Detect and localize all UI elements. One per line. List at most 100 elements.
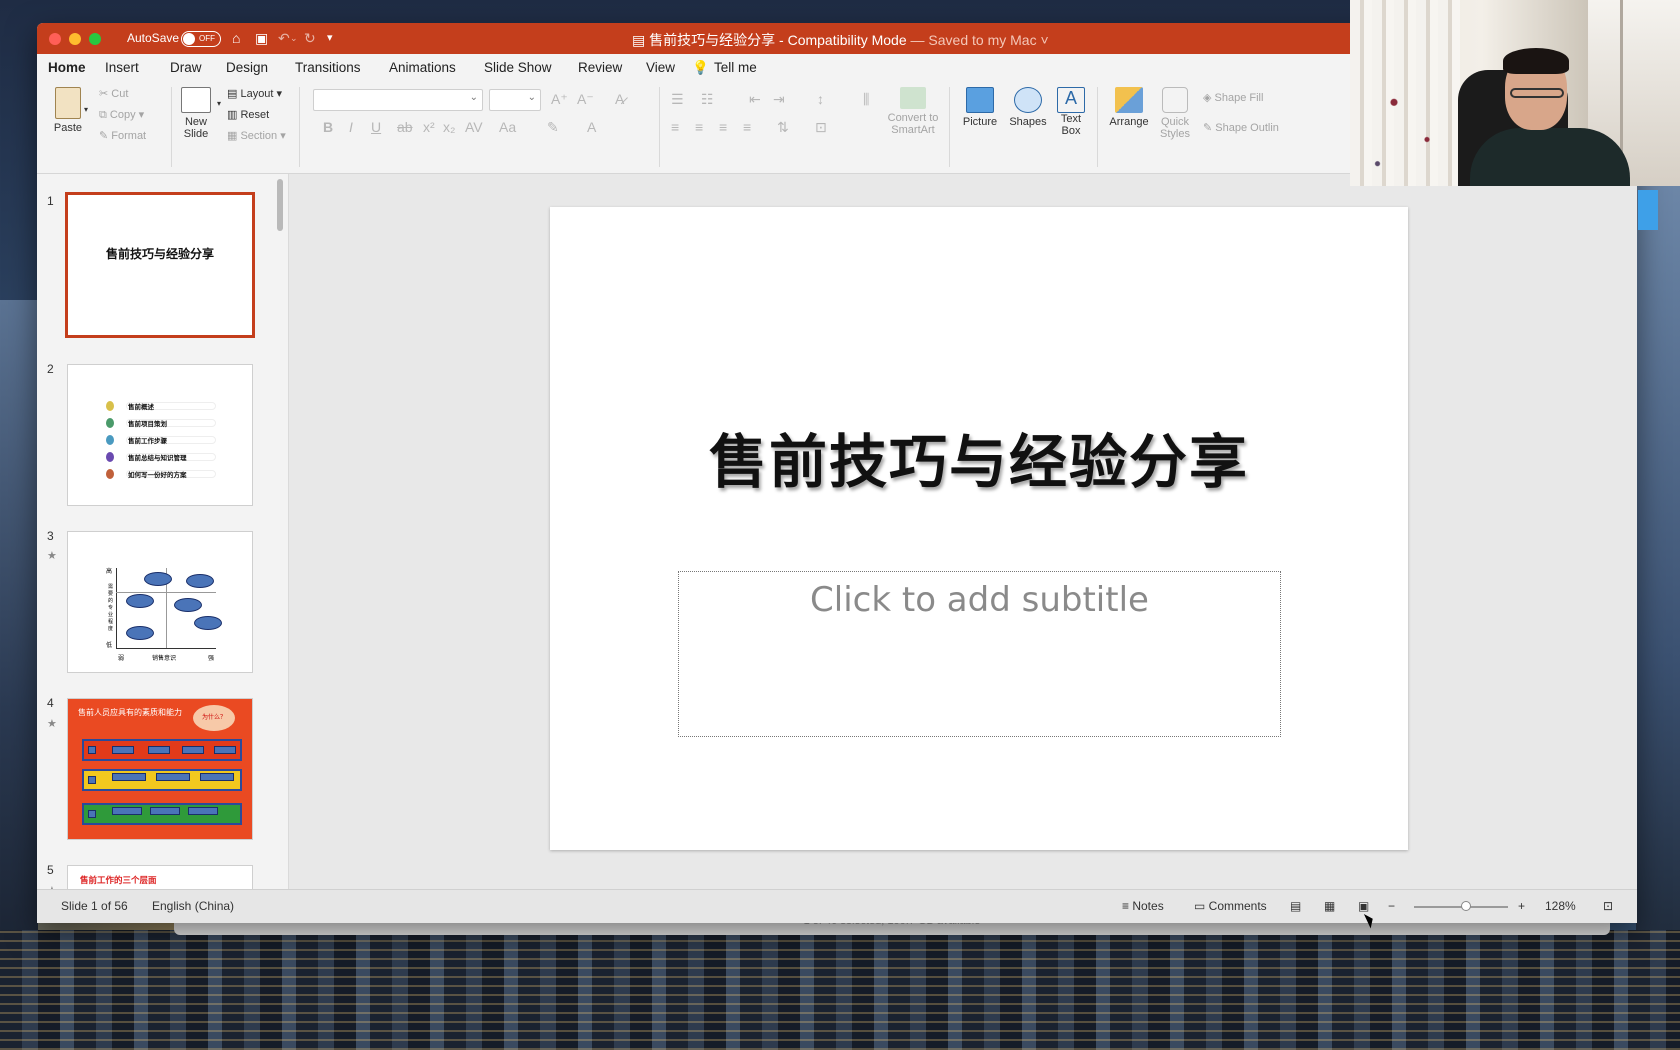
decrease-indent-icon[interactable]: ⇤: [749, 91, 761, 108]
tab-draw[interactable]: Draw: [170, 60, 202, 75]
new-slide-button[interactable]: New Slide: [177, 87, 215, 140]
tab-insert[interactable]: Insert: [105, 60, 139, 75]
paste-dropdown-icon[interactable]: ▾: [84, 105, 88, 114]
redo-icon[interactable]: ↻: [304, 29, 316, 47]
new-slide-dropdown-icon[interactable]: ▾: [217, 99, 221, 108]
zoom-in-icon[interactable]: +: [1518, 899, 1525, 913]
align-right-icon[interactable]: ≡: [719, 119, 727, 135]
agenda-item: 售前项目策划: [106, 418, 218, 428]
shape-fill-label: Shape Fill: [1214, 92, 1264, 104]
paste-label: Paste: [53, 122, 83, 134]
language-indicator[interactable]: English (China): [152, 899, 234, 913]
save-icon[interactable]: ▣: [255, 29, 268, 47]
align-left-icon[interactable]: ≡: [671, 119, 679, 135]
reset-button[interactable]: ▥ Reset: [227, 108, 269, 121]
undo-icon[interactable]: ↶: [278, 29, 290, 47]
mini-box: [88, 776, 96, 784]
slide-thumbnail-4[interactable]: 售前人员应具有的素质和能力 为什么？: [67, 698, 253, 840]
numbering-icon[interactable]: ☷: [701, 91, 714, 108]
increase-indent-icon[interactable]: ⇥: [773, 91, 785, 108]
tab-home[interactable]: Home: [48, 60, 86, 82]
character-spacing-icon[interactable]: AV: [465, 119, 483, 135]
customize-toolbar-icon[interactable]: ▾: [327, 29, 333, 47]
arrange-button[interactable]: Arrange: [1105, 87, 1153, 128]
mini-box: [112, 746, 134, 754]
cut-button[interactable]: ✂ Cut: [99, 87, 128, 100]
bullets-icon[interactable]: ☰: [671, 91, 684, 108]
change-case-icon[interactable]: Aa: [499, 119, 516, 135]
tab-view[interactable]: View: [646, 60, 675, 75]
autosave-toggle[interactable]: OFF: [181, 31, 221, 47]
thumbnail-title: 售前工作的三个层面: [80, 876, 157, 886]
close-window-button[interactable]: [49, 33, 61, 45]
quick-styles-label-2: Styles: [1160, 128, 1190, 140]
layout-button[interactable]: ▤ Layout ▾: [227, 87, 282, 100]
fit-to-window-icon[interactable]: ⊡: [1603, 899, 1613, 913]
quick-styles-button[interactable]: Quick Styles: [1155, 87, 1195, 140]
zoom-slider-handle[interactable]: [1460, 901, 1471, 911]
minimize-window-button[interactable]: [69, 33, 81, 45]
current-slide-canvas[interactable]: 售前技巧与经验分享 Click to add subtitle: [550, 207, 1408, 850]
columns-icon[interactable]: ⫼: [863, 91, 869, 108]
justify-icon[interactable]: ≡: [743, 119, 751, 135]
slide-thumbnails-pane[interactable]: 1 售前技巧与经验分享 2 售前概述 售前项目策划 售前工作步骤 售前总结与知识…: [37, 174, 289, 889]
undo-dropdown-icon[interactable]: ⌄: [290, 29, 298, 47]
bold-icon[interactable]: B: [323, 119, 333, 135]
slide-thumbnail-2[interactable]: 售前概述 售前项目策划 售前工作步骤 售前总结与知识管理 如何写一份好的方案: [67, 364, 253, 506]
zoom-percent[interactable]: 128%: [1545, 899, 1576, 913]
copy-button[interactable]: ⧉ Copy ▾: [99, 108, 144, 122]
slide-editor-area[interactable]: 售前技巧与经验分享 Click to add subtitle: [289, 174, 1637, 889]
slide-thumbnail-1[interactable]: 售前技巧与经验分享: [65, 192, 255, 338]
zoom-out-icon[interactable]: −: [1388, 899, 1395, 913]
tell-me-field[interactable]: Tell me: [714, 60, 757, 75]
strikethrough-icon[interactable]: ab: [397, 119, 413, 135]
save-status[interactable]: — Saved to my Mac ˅: [911, 32, 1049, 48]
notes-button[interactable]: ≡ Notes: [1122, 899, 1164, 913]
normal-view-icon[interactable]: ▤: [1290, 899, 1301, 913]
tab-design[interactable]: Design: [226, 60, 268, 75]
italic-icon[interactable]: I: [349, 119, 353, 135]
slide-sorter-icon[interactable]: ▦: [1324, 899, 1335, 913]
align-center-icon[interactable]: ≡: [695, 119, 703, 135]
clear-format-icon[interactable]: A̷: [615, 91, 624, 107]
agenda-item: 如何写一份好的方案: [106, 469, 218, 479]
shape-outline-button[interactable]: ✎ Shape Outlin: [1203, 121, 1279, 134]
underline-icon[interactable]: U: [371, 119, 381, 135]
superscript-icon[interactable]: x²: [423, 119, 435, 135]
shapes-button[interactable]: Shapes: [1005, 87, 1051, 128]
tab-slide-show[interactable]: Slide Show: [484, 60, 552, 75]
highlight-icon[interactable]: ✎: [547, 119, 559, 136]
font-color-icon[interactable]: A: [587, 119, 596, 135]
tab-transitions[interactable]: Transitions: [295, 60, 361, 75]
tab-review[interactable]: Review: [578, 60, 622, 75]
subtitle-placeholder-box[interactable]: Click to add subtitle: [678, 571, 1281, 737]
paste-button[interactable]: Paste: [51, 87, 85, 134]
comments-button[interactable]: ▭ Comments: [1194, 899, 1267, 913]
scrollbar-thumb[interactable]: [277, 179, 283, 231]
line-spacing-icon[interactable]: ↕: [817, 91, 824, 107]
tab-animations[interactable]: Animations: [389, 60, 456, 75]
picture-button[interactable]: Picture: [957, 87, 1003, 128]
slide-thumbnail-3[interactable]: 高 低 需要的专业程度 弱 销售意识 强: [67, 531, 253, 673]
home-icon[interactable]: ⌂: [232, 29, 240, 47]
mini-box: [112, 773, 146, 781]
format-painter-button[interactable]: ✎ Format: [99, 129, 146, 142]
increase-font-icon[interactable]: A⁺: [551, 91, 568, 108]
shape-fill-button[interactable]: ◈ Shape Fill: [1203, 91, 1263, 104]
section-button[interactable]: ▦ Section ▾: [227, 129, 286, 142]
slide-thumbnail-5[interactable]: 售前工作的三个层面: [67, 865, 253, 889]
align-text-icon[interactable]: ⊡: [815, 119, 827, 136]
text-box-button[interactable]: A Text Box: [1053, 87, 1089, 137]
agenda-bullet: [106, 401, 114, 411]
font-size-dropdown[interactable]: ⌄: [489, 89, 541, 111]
font-name-dropdown[interactable]: ⌄: [313, 89, 483, 111]
subscript-icon[interactable]: x₂: [443, 119, 455, 135]
mini-box: [188, 807, 218, 815]
zoom-window-button[interactable]: [89, 33, 101, 45]
text-direction-icon[interactable]: ⇅: [777, 119, 789, 136]
convert-smartart-button[interactable]: Convert to SmartArt: [883, 87, 943, 136]
text-box-label-2: Box: [1061, 125, 1081, 137]
slide-title[interactable]: 售前技巧与经验分享: [550, 415, 1408, 499]
thumbnail-scrollbar[interactable]: [275, 174, 285, 889]
decrease-font-icon[interactable]: A⁻: [577, 91, 594, 108]
